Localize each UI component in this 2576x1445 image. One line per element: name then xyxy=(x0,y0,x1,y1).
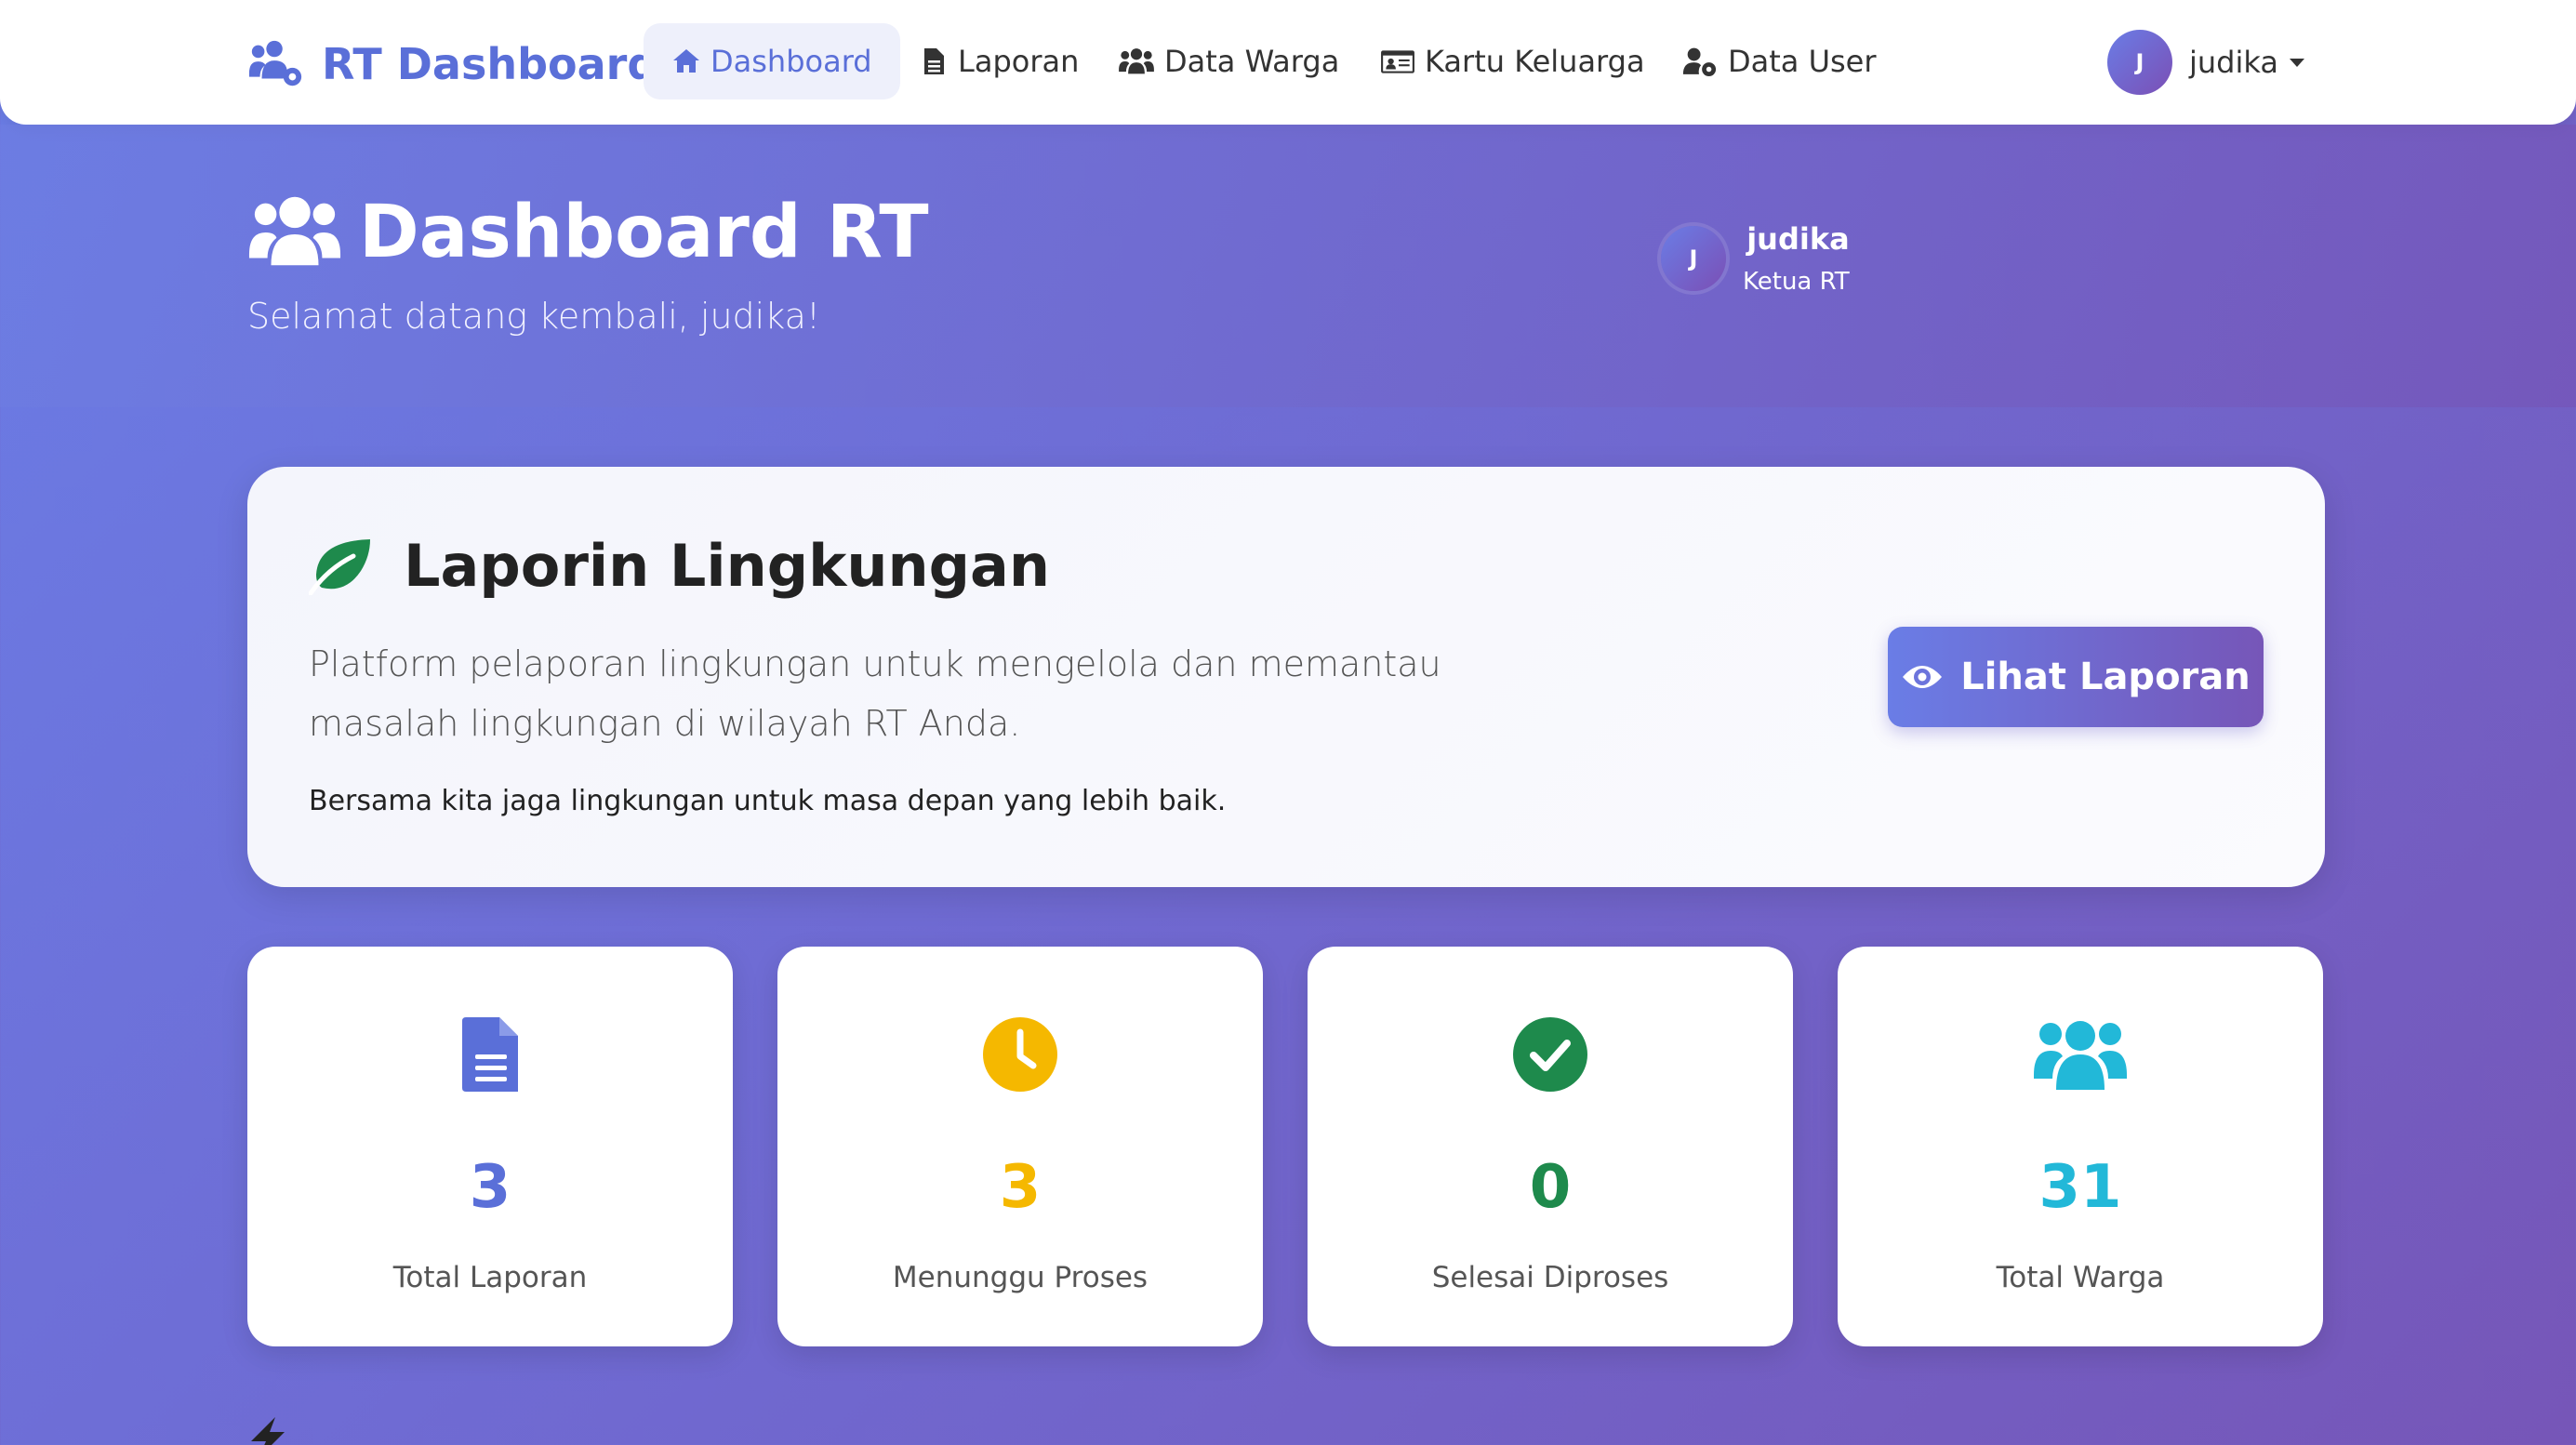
avatar: J xyxy=(2107,30,2172,95)
user-name: judika xyxy=(2189,45,2278,80)
file-icon xyxy=(924,48,944,74)
nav-item-label: Data Warga xyxy=(1164,44,1340,79)
hero-description: Platform pelaporan lingkungan untuk meng… xyxy=(309,643,1441,744)
header-user-info: J judika Ketua RT xyxy=(1661,221,1850,296)
nav-item-label: Kartu Keluarga xyxy=(1425,44,1645,79)
nav-item-data-warga[interactable]: Data Warga xyxy=(1090,23,1367,99)
nav-item-dashboard[interactable]: Dashboard xyxy=(644,23,900,99)
nav-item-label: Data User xyxy=(1728,44,1877,79)
view-reports-button[interactable]: Lihat Laporan xyxy=(1888,627,2264,727)
id-card-icon xyxy=(1381,50,1414,73)
stat-label: Total Warga xyxy=(1996,1261,2165,1294)
nav-item-label: Laporan xyxy=(958,44,1080,79)
hero-card: Laporin Lingkungan Platform pelaporan li… xyxy=(247,467,2325,887)
stat-card-selesai-diproses: 0 Selesai Diproses xyxy=(1308,947,1793,1346)
home-icon xyxy=(673,49,699,73)
welcome-message: Selamat datang kembali, judika! xyxy=(247,296,821,337)
users-icon xyxy=(1119,48,1154,74)
stat-card-menunggu-proses: 3 Menunggu Proses xyxy=(777,947,1263,1346)
users-icon xyxy=(248,196,341,266)
page-title-text: Dashboard RT xyxy=(359,191,929,274)
brand-title: RT Dashboard xyxy=(322,39,658,89)
clock-icon xyxy=(983,1017,1057,1092)
view-reports-label: Lihat Laporan xyxy=(1960,656,2251,698)
check-circle-icon xyxy=(1513,1017,1587,1092)
header-user-role: Ketua RT xyxy=(1743,268,1850,296)
page-title: Dashboard RT xyxy=(247,188,929,277)
stat-label: Selesai Diproses xyxy=(1431,1261,1669,1294)
nav-item-label: Dashboard xyxy=(710,44,872,79)
section-heading-peek xyxy=(247,1417,288,1445)
stat-value: 0 xyxy=(1529,1153,1572,1222)
stat-card-total-warga: 31 Total Warga xyxy=(1838,947,2323,1346)
bolt-icon xyxy=(251,1417,285,1445)
header-user-name: judika xyxy=(1746,221,1850,257)
stat-card-total-laporan: 3 Total Laporan xyxy=(247,947,733,1346)
leaf-icon xyxy=(309,538,370,595)
users-icon xyxy=(2034,1021,2127,1090)
nav-item-kartu-keluarga[interactable]: Kartu Keluarga xyxy=(1352,23,1673,99)
eye-icon xyxy=(1903,666,1943,688)
hero-title: Laporin Lingkungan xyxy=(309,532,1050,600)
navbar: RT Dashboard Dashboard Laporan Data Warg… xyxy=(0,0,2576,125)
users-cog-icon xyxy=(248,40,302,86)
caret-down-icon xyxy=(2289,58,2304,67)
file-icon xyxy=(462,1017,518,1092)
hero-title-text: Laporin Lingkungan xyxy=(404,532,1051,600)
user-dropdown[interactable]: J judika xyxy=(2107,30,2304,95)
stat-label: Menunggu Proses xyxy=(892,1261,1149,1294)
brand-link[interactable]: RT Dashboard xyxy=(247,35,657,93)
user-cog-icon xyxy=(1682,47,1717,76)
nav-item-data-user[interactable]: Data User xyxy=(1653,23,1905,99)
header-user-text: judika Ketua RT xyxy=(1743,221,1850,296)
stat-value: 3 xyxy=(469,1153,511,1222)
stat-value: 31 xyxy=(2038,1153,2122,1222)
stat-value: 3 xyxy=(999,1153,1042,1222)
hero-note: Bersama kita jaga lingkungan untuk masa … xyxy=(309,785,1227,817)
nav-item-laporan[interactable]: Laporan xyxy=(891,23,1107,99)
avatar: J xyxy=(1661,226,1726,291)
stat-label: Total Laporan xyxy=(392,1261,588,1294)
